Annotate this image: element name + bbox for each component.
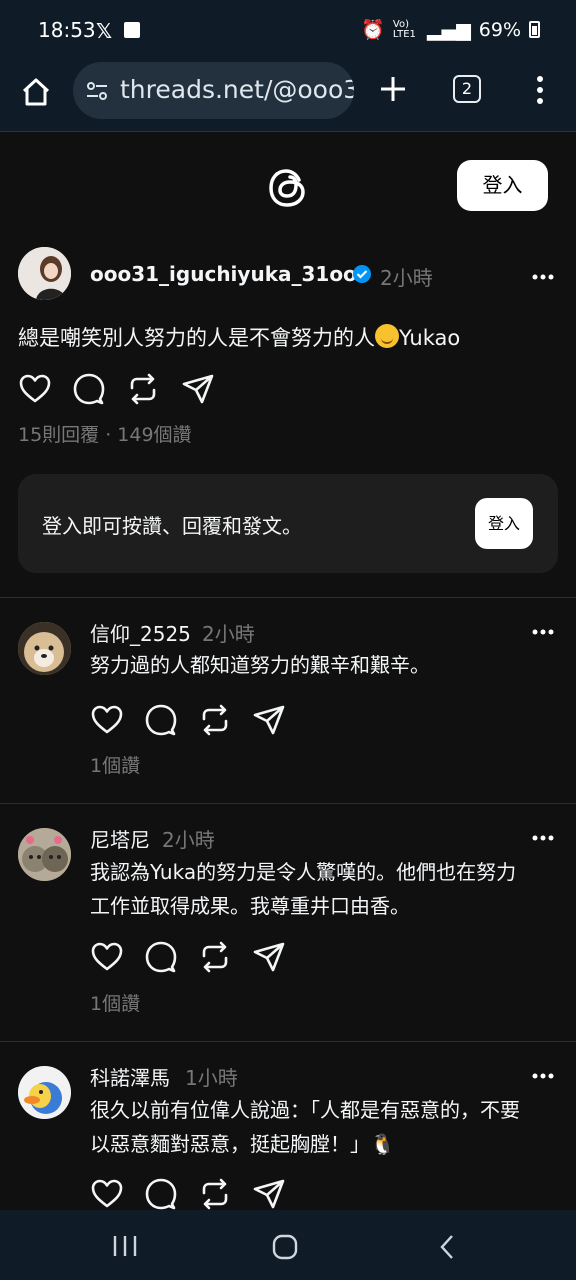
- divider: [0, 1041, 576, 1042]
- reply-icon[interactable]: [144, 1177, 178, 1211]
- more-options-icon[interactable]: [531, 628, 555, 636]
- share-icon[interactable]: [252, 703, 286, 737]
- author-avatar[interactable]: [18, 247, 71, 300]
- reply-text: 我認為Yuka的努力是令人驚嘆的。他們也在努力 工作並取得成果。我尊重井口由香。: [90, 855, 516, 923]
- x-app-icon: 𝕏: [96, 19, 113, 43]
- recent-apps-icon[interactable]: [112, 1234, 138, 1258]
- reply-author[interactable]: 信仰_2525: [90, 618, 191, 647]
- alarm-icon: ⏰: [361, 19, 385, 41]
- reply-text-line: 我認為Yuka的努力是令人驚嘆的。他們也在努力: [90, 860, 517, 884]
- reply-icon[interactable]: [144, 703, 178, 737]
- like-icon[interactable]: [90, 1177, 124, 1211]
- share-icon[interactable]: [181, 372, 215, 406]
- login-prompt-card: 登入即可按讚、回覆和發文。 登入: [18, 474, 558, 573]
- reply-text-line: 很久以前有位偉人說過：「人都是有惡意的，不要: [90, 1098, 520, 1122]
- divider: [0, 803, 576, 804]
- reply-time: 2小時: [162, 828, 215, 852]
- battery-percent: 69%: [478, 18, 521, 41]
- status-indicators: ⏰ Vo) LTE1 ▂▄▆ 69%: [361, 18, 540, 41]
- share-icon[interactable]: [252, 1177, 286, 1211]
- battery-icon: [529, 21, 540, 38]
- menu-dots-icon[interactable]: [530, 74, 550, 106]
- more-options-icon[interactable]: [531, 834, 555, 842]
- like-icon[interactable]: [90, 940, 124, 974]
- reply-icon[interactable]: [72, 372, 106, 406]
- login-prompt-button[interactable]: 登入: [475, 498, 533, 549]
- reply-text-line: 以惡意麵對惡意，挺起胸膛！」🐧: [90, 1132, 395, 1156]
- home-nav-icon[interactable]: [272, 1234, 298, 1260]
- back-icon[interactable]: [438, 1234, 456, 1260]
- url-text: threads.net/@ooo31_iguchiyuka_31ooo: [120, 75, 354, 104]
- more-options-icon[interactable]: [531, 273, 555, 281]
- post-stats[interactable]: 15則回覆 · 149個讚: [18, 420, 192, 447]
- post-text-main: 總是嘲笑別人努力的人是不會努力的人: [18, 326, 375, 350]
- url-bar[interactable]: threads.net/@ooo31_iguchiyuka_31ooo: [73, 62, 354, 119]
- reply-likes[interactable]: 1個讚: [90, 751, 140, 778]
- reply-avatar[interactable]: [18, 1066, 71, 1119]
- reply-avatar[interactable]: [18, 622, 71, 675]
- status-time: 18:53: [38, 18, 96, 42]
- like-icon[interactable]: [18, 372, 52, 406]
- repost-icon[interactable]: [198, 1177, 232, 1211]
- login-prompt-text: 登入即可按讚、回覆和發文。: [42, 514, 302, 538]
- reply-text-line: 努力過的人都知道努力的艱辛和艱辛。: [90, 653, 430, 677]
- signal-bars-icon: ▂▄▆: [426, 18, 471, 41]
- browser-toolbar: threads.net/@ooo31_iguchiyuka_31ooo 2: [0, 62, 576, 132]
- reply-time: 1小時: [185, 1066, 238, 1090]
- tab-switcher-button[interactable]: 2: [453, 75, 481, 103]
- reply-text: 努力過的人都知道努力的艱辛和艱辛。: [90, 648, 430, 682]
- repost-icon[interactable]: [198, 940, 232, 974]
- site-settings-icon[interactable]: [85, 79, 109, 103]
- reply-time: 2小時: [202, 622, 255, 646]
- post-text-signature: Yukao: [399, 326, 461, 350]
- smile-tear-emoji-icon: [375, 324, 399, 348]
- threads-logo-icon[interactable]: [266, 166, 310, 210]
- home-icon[interactable]: [18, 74, 54, 110]
- reply-author[interactable]: 科諾澤馬: [90, 1062, 170, 1091]
- new-tab-icon[interactable]: [378, 74, 408, 104]
- repost-icon[interactable]: [198, 703, 232, 737]
- share-icon[interactable]: [252, 940, 286, 974]
- reply-icon[interactable]: [144, 940, 178, 974]
- checkbox-notification-icon: [124, 22, 140, 38]
- reply-text-line: 工作並取得成果。我尊重井口由香。: [90, 894, 410, 918]
- reply-likes[interactable]: 1個讚: [90, 989, 140, 1016]
- verified-badge-icon: [353, 265, 371, 283]
- login-button[interactable]: 登入: [457, 160, 548, 211]
- reply-author[interactable]: 尼塔尼: [90, 824, 150, 853]
- like-icon[interactable]: [90, 703, 124, 737]
- system-nav-bar: [0, 1210, 576, 1280]
- post-author[interactable]: ooo31_iguchiyuka_31ooo: [90, 262, 371, 286]
- signal-label: Vo) LTE1: [392, 18, 416, 40]
- repost-icon[interactable]: [126, 372, 160, 406]
- reply-avatar[interactable]: [18, 828, 71, 881]
- post-text: 總是嘲笑別人努力的人是不會努力的人 Yukao: [18, 322, 460, 352]
- more-options-icon[interactable]: [531, 1072, 555, 1080]
- reply-text: 很久以前有位偉人說過：「人都是有惡意的，不要 以惡意麵對惡意，挺起胸膛！」🐧: [90, 1093, 520, 1161]
- post-time: 2小時: [380, 266, 433, 290]
- divider: [0, 597, 576, 598]
- status-bar: 18:53 𝕏 ⏰ Vo) LTE1 ▂▄▆ 69%: [0, 0, 576, 62]
